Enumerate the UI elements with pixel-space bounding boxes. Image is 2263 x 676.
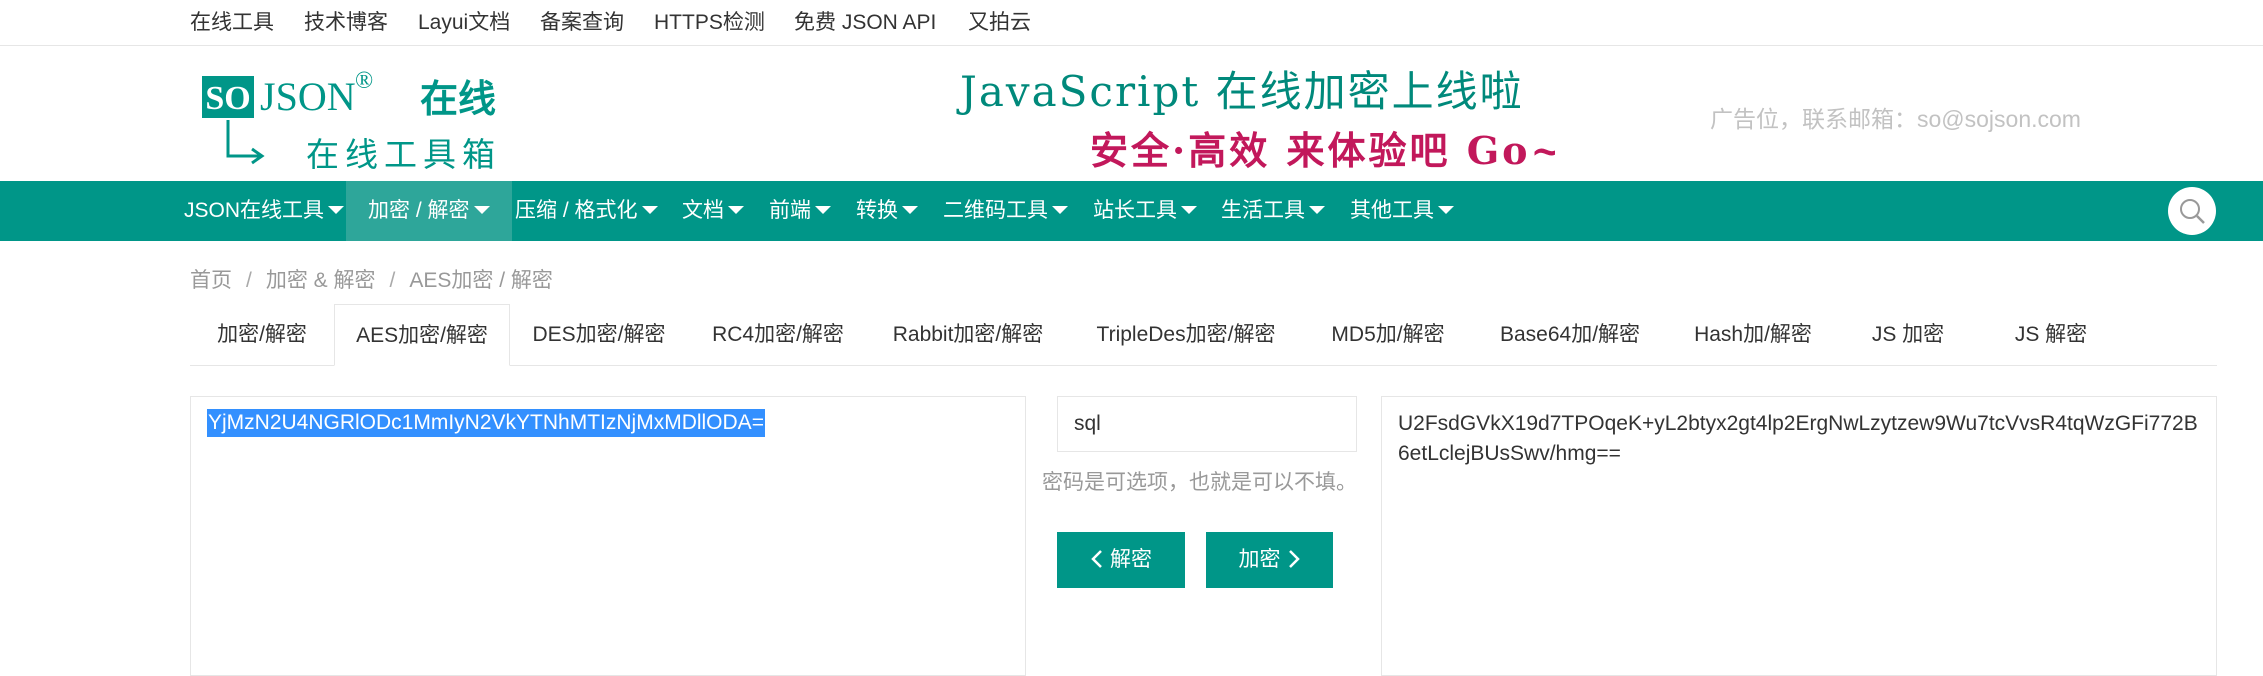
tab-md5[interactable]: MD5加/解密 bbox=[1304, 304, 1472, 366]
search-icon bbox=[2180, 199, 2205, 224]
nav-convert[interactable]: 转换 bbox=[856, 181, 918, 241]
chevron-down-icon bbox=[815, 206, 831, 214]
breadcrumb: 首页 / 加密 & 解密 / AES加密 / 解密 bbox=[190, 264, 553, 294]
nav-frontend-label: 前端 bbox=[769, 199, 811, 222]
tab-des[interactable]: DES加密/解密 bbox=[510, 304, 688, 366]
logo-subtitle: 在线工具箱 bbox=[306, 135, 501, 170]
breadcrumb-separator: / bbox=[389, 269, 396, 292]
chevron-down-icon bbox=[902, 206, 918, 214]
input-selected-text: YjMzN2U4NGRlODc1MmIyN2VkYTNhMTIzNjMxMDll… bbox=[207, 409, 765, 437]
decrypt-button-label: 解密 bbox=[1110, 548, 1152, 571]
logo-zaixian-text: 在线 bbox=[420, 77, 496, 121]
nav-compress-format[interactable]: 压缩 / 格式化 bbox=[515, 181, 658, 241]
chevron-down-icon bbox=[1181, 206, 1197, 214]
nav-docs-label: 文档 bbox=[682, 199, 724, 222]
banner-line2: 安全·高效 来体验吧 Go~ bbox=[1090, 128, 1555, 173]
chevron-right-icon bbox=[1288, 550, 1300, 568]
tab-rabbit[interactable]: Rabbit加密/解密 bbox=[868, 304, 1068, 366]
chevron-down-icon bbox=[1309, 206, 1325, 214]
top-link-json-api[interactable]: 免费 JSON API bbox=[794, 0, 936, 46]
nav-qrcode-tools-label: 二维码工具 bbox=[943, 199, 1048, 222]
encrypt-button[interactable]: 加密 bbox=[1206, 532, 1333, 588]
top-link-upyun[interactable]: 又拍云 bbox=[968, 0, 1031, 46]
nav-webmaster-tools[interactable]: 站长工具 bbox=[1093, 181, 1197, 241]
breadcrumb-current: AES加密 / 解密 bbox=[409, 269, 553, 292]
breadcrumb-separator: / bbox=[246, 269, 252, 292]
tab-rc4[interactable]: RC4加密/解密 bbox=[688, 304, 868, 366]
tool-tabs: 加密/解密 AES加密/解密 DES加密/解密 RC4加密/解密 Rabbit加… bbox=[190, 304, 2217, 366]
breadcrumb-encrypt-decrypt[interactable]: 加密 & 解密 bbox=[266, 269, 376, 292]
nav-life-tools-label: 生活工具 bbox=[1221, 199, 1305, 222]
tab-encrypt-decrypt[interactable]: 加密/解密 bbox=[190, 304, 334, 366]
sojson-logo[interactable]: SO JSON ® 在线 在线工具箱 bbox=[198, 60, 520, 170]
chevron-down-icon bbox=[328, 206, 345, 214]
breadcrumb-home[interactable]: 首页 bbox=[190, 269, 232, 292]
top-link-https-check[interactable]: HTTPS检测 bbox=[654, 0, 765, 46]
tab-js-encrypt[interactable]: JS 加密 bbox=[1838, 304, 1978, 366]
chevron-down-icon bbox=[641, 206, 658, 214]
chevron-left-icon bbox=[1091, 550, 1102, 568]
top-link-icp-query[interactable]: 备案查询 bbox=[540, 0, 624, 46]
logo-json-text: JSON bbox=[260, 74, 356, 119]
nav-search-button[interactable] bbox=[2168, 187, 2216, 235]
site-header: SO JSON ® 在线 在线工具箱 JavaScript 在线加密上线啦 安全… bbox=[0, 46, 2263, 181]
logo-arrow bbox=[226, 120, 265, 165]
chevron-down-icon bbox=[473, 206, 490, 214]
nav-qrcode-tools[interactable]: 二维码工具 bbox=[943, 181, 1068, 241]
nav-json-tools-label: JSON在线工具 bbox=[184, 199, 325, 222]
nav-encrypt-decrypt-label: 加密 / 解密 bbox=[368, 199, 470, 222]
nav-webmaster-tools-label: 站长工具 bbox=[1093, 199, 1177, 222]
logo-so-text: SO bbox=[205, 80, 250, 117]
logo-reg-mark: ® bbox=[355, 68, 373, 94]
nav-life-tools[interactable]: 生活工具 bbox=[1221, 181, 1325, 241]
chevron-down-icon bbox=[1052, 206, 1068, 214]
top-link-tech-blog[interactable]: 技术博客 bbox=[304, 0, 388, 46]
tab-base64[interactable]: Base64加/解密 bbox=[1472, 304, 1668, 366]
password-input[interactable]: sql bbox=[1057, 396, 1357, 452]
encrypt-button-label: 加密 bbox=[1238, 548, 1281, 571]
nav-compress-format-label: 压缩 / 格式化 bbox=[515, 199, 638, 222]
output-text: U2FsdGVkX19d7TPOqeK+yL2btyx2gt4lp2ErgNwL… bbox=[1398, 412, 2198, 465]
main-nav: JSON在线工具 加密 / 解密 压缩 / 格式化 文档 前端 转换 二维码工具… bbox=[0, 181, 2263, 241]
top-link-online-tools[interactable]: 在线工具 bbox=[190, 0, 274, 46]
top-links-bar: 在线工具 技术博客 Layui文档 备案查询 HTTPS检测 免费 JSON A… bbox=[0, 0, 2263, 46]
nav-convert-label: 转换 bbox=[856, 199, 898, 222]
tab-js-decrypt[interactable]: JS 解密 bbox=[1978, 304, 2124, 366]
chevron-down-icon bbox=[728, 206, 744, 214]
nav-encrypt-decrypt[interactable]: 加密 / 解密 bbox=[346, 181, 512, 241]
chevron-down-icon bbox=[1438, 206, 1454, 214]
decrypt-button[interactable]: 解密 bbox=[1057, 532, 1185, 588]
ad-slot-text: 广告位，联系邮箱：so@sojson.com bbox=[1710, 106, 2081, 132]
nav-other-tools[interactable]: 其他工具 bbox=[1350, 181, 1454, 241]
plaintext-input[interactable]: YjMzN2U4NGRlODc1MmIyN2VkYTNhMTIzNjMxMDll… bbox=[190, 396, 1026, 676]
top-link-layui-docs[interactable]: Layui文档 bbox=[418, 0, 510, 46]
js-encrypt-banner[interactable]: JavaScript 在线加密上线啦 安全·高效 来体验吧 Go~ bbox=[955, 56, 1555, 174]
nav-json-tools[interactable]: JSON在线工具 bbox=[184, 181, 345, 241]
tab-tripledes[interactable]: TripleDes加密/解密 bbox=[1068, 304, 1304, 366]
ciphertext-output[interactable]: U2FsdGVkX19d7TPOqeK+yL2btyx2gt4lp2ErgNwL… bbox=[1381, 396, 2217, 676]
nav-frontend[interactable]: 前端 bbox=[769, 181, 831, 241]
tab-aes[interactable]: AES加密/解密 bbox=[334, 304, 510, 366]
nav-other-tools-label: 其他工具 bbox=[1350, 199, 1434, 222]
banner-line1: JavaScript 在线加密上线啦 bbox=[956, 67, 1524, 116]
password-hint: 密码是可选项，也就是可以不填。 bbox=[1042, 471, 1357, 494]
tab-hash[interactable]: Hash加/解密 bbox=[1668, 304, 1838, 366]
nav-docs[interactable]: 文档 bbox=[682, 181, 744, 241]
